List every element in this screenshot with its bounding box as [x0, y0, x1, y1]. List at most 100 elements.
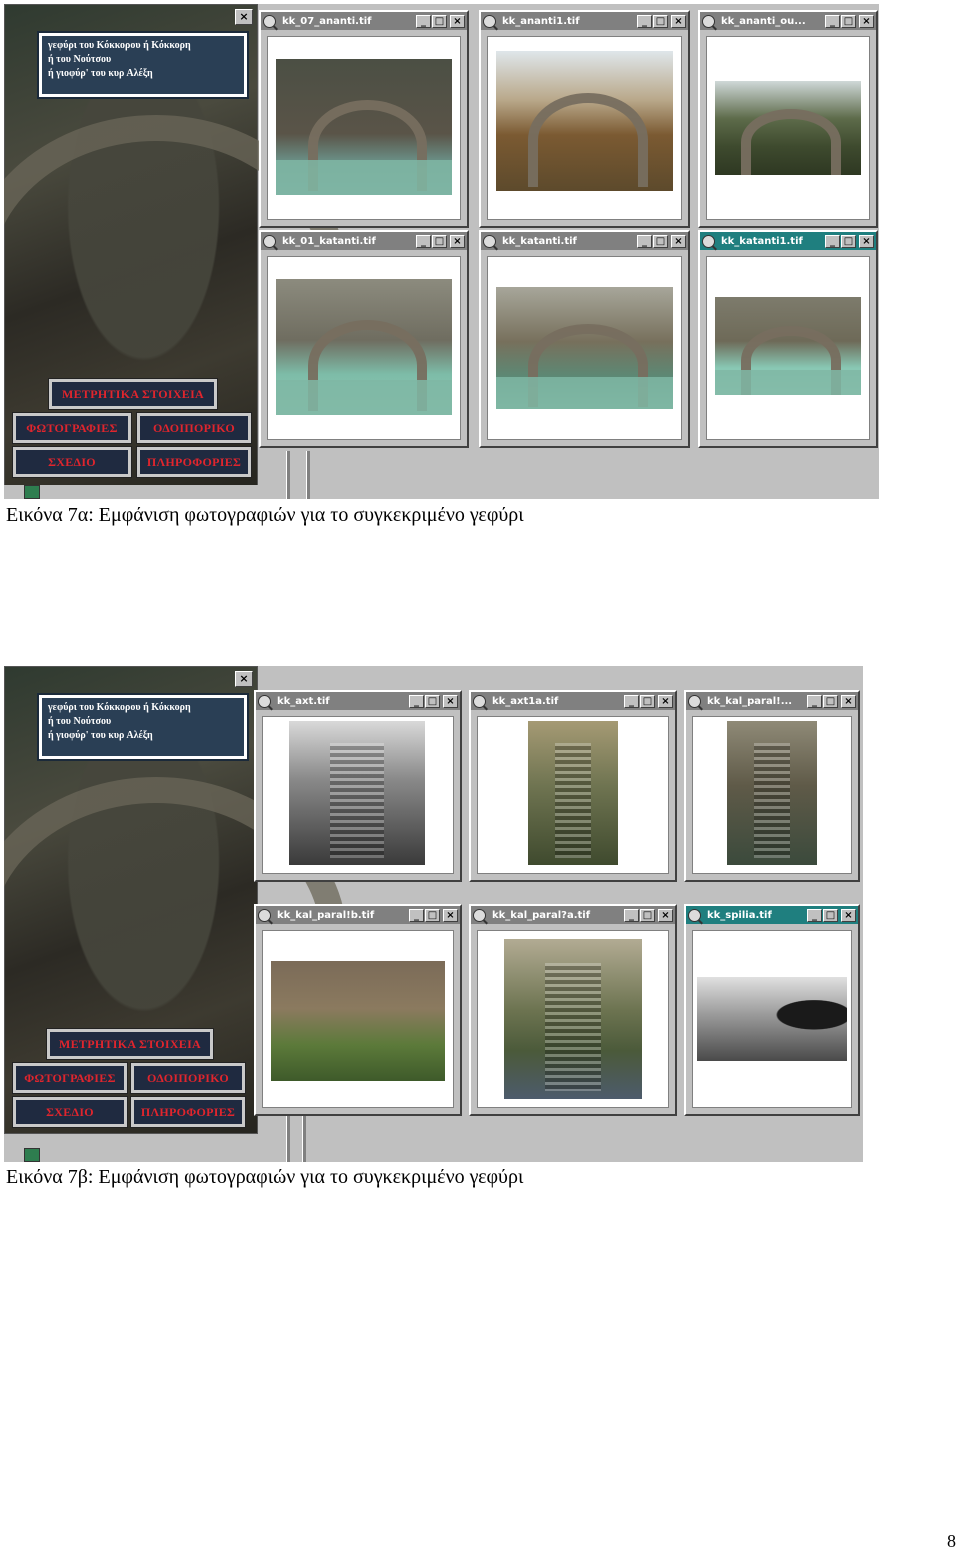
maximize-button[interactable]: □: [841, 234, 856, 248]
minimize-button[interactable]: _: [416, 234, 431, 248]
maximize-button[interactable]: □: [640, 908, 655, 922]
info-line: ή του Νούτσου: [48, 716, 112, 727]
plan-button[interactable]: ΣΧΕΔΙΟ: [12, 446, 132, 478]
metrics-button[interactable]: ΜΕΤΡΗΤΙΚΑ ΣΤΟΙΧΕΙΑ: [48, 378, 218, 410]
panel-close-button[interactable]: ×: [235, 9, 253, 25]
window-title: kk_07_ananti.tif: [282, 15, 372, 27]
image-window[interactable]: kk_katanti.tif _ □ ×: [479, 230, 690, 448]
bridge-info-box: γεφύρι του Κόκκορου ή Κόκκορη ή του Νούτ…: [37, 693, 249, 761]
maximize-button[interactable]: □: [432, 234, 447, 248]
maximize-button[interactable]: □: [823, 908, 838, 922]
window-title: kk_kal_paral!...: [707, 695, 793, 707]
minimize-button[interactable]: _: [807, 908, 822, 922]
image-pane: [262, 930, 454, 1108]
route-button[interactable]: ΟΔΟΙΠΟΡΙΚΟ: [136, 412, 252, 444]
window-titlebar[interactable]: kk_spilia.tif _ □ ×: [686, 906, 858, 924]
minimize-button[interactable]: _: [637, 14, 652, 28]
window-titlebar[interactable]: kk_katanti.tif _ □ ×: [481, 232, 688, 250]
close-button[interactable]: ×: [450, 14, 465, 28]
maximize-button[interactable]: □: [432, 14, 447, 28]
maximize-button[interactable]: □: [425, 694, 440, 708]
viewer-icon: [473, 694, 486, 708]
window-titlebar[interactable]: kk_axt.tif _ □ ×: [256, 692, 460, 710]
viewer-icon: [258, 908, 271, 922]
bridge-photo: [715, 297, 861, 395]
image-window[interactable]: kk_07_ananti.tif _ □ ×: [259, 10, 469, 228]
viewer-icon: [263, 234, 276, 248]
window-titlebar[interactable]: kk_kal_paral!... _ □ ×: [686, 692, 858, 710]
minimize-button[interactable]: _: [807, 694, 822, 708]
image-window[interactable]: kk_kal_paral?a.tif _ □ ×: [469, 904, 677, 1116]
maximize-button[interactable]: □: [653, 234, 668, 248]
window-title: kk_katanti1.tif: [721, 235, 803, 247]
divider: [286, 1114, 290, 1162]
close-button[interactable]: ×: [859, 234, 874, 248]
figure-caption: Εικόνα 7α: Εμφάνιση φωτογραφιών για το σ…: [6, 504, 524, 526]
map-icon: [24, 1148, 40, 1162]
minimize-button[interactable]: _: [637, 234, 652, 248]
image-window[interactable]: kk_kal_paral!b.tif _ □ ×: [254, 904, 462, 1116]
window-titlebar[interactable]: kk_katanti1.tif _ □ ×: [700, 232, 876, 250]
close-button[interactable]: ×: [841, 908, 856, 922]
bridge-photo: [276, 59, 452, 195]
image-window-active[interactable]: kk_katanti1.tif _ □ ×: [698, 230, 878, 448]
bridge-info-box: γεφύρι του Κόκκορου ή Κόκκορη ή του Νούτ…: [37, 31, 249, 99]
photos-button[interactable]: ΦΩΤΟΓΡΑΦΙΕΣ: [12, 412, 132, 444]
maximize-button[interactable]: □: [640, 694, 655, 708]
image-window[interactable]: kk_kal_paral!... _ □ ×: [684, 690, 860, 882]
window-titlebar[interactable]: kk_kal_paral?a.tif _ □ ×: [471, 906, 675, 924]
window-titlebar[interactable]: kk_01_katanti.tif _ □ ×: [261, 232, 467, 250]
image-pane: [477, 930, 669, 1108]
window-title: kk_ananti1.tif: [502, 15, 580, 27]
bridge-panel: × γεφύρι του Κόκκορου ή Κόκκορη ή του Νο…: [4, 666, 347, 1134]
close-button[interactable]: ×: [841, 694, 856, 708]
minimize-button[interactable]: _: [825, 234, 840, 248]
plan-button[interactable]: ΣΧΕΔΙΟ: [12, 1096, 128, 1128]
image-pane: [706, 256, 870, 440]
status-bar: [4, 485, 879, 499]
maximize-button[interactable]: □: [841, 14, 856, 28]
bridge-photo: [715, 81, 861, 175]
window-titlebar[interactable]: kk_ananti_ou... _ □ ×: [700, 12, 876, 30]
maximize-button[interactable]: □: [823, 694, 838, 708]
bridge-photo: [496, 51, 673, 191]
image-window[interactable]: kk_ananti1.tif _ □ ×: [479, 10, 690, 228]
window-titlebar[interactable]: kk_axt1a.tif _ □ ×: [471, 692, 675, 710]
info-line: ή του Νούτσου: [48, 54, 112, 65]
divider: [286, 451, 290, 499]
minimize-button[interactable]: _: [825, 14, 840, 28]
info-button[interactable]: ΠΛΗΡΟΦΟΡΙΕΣ: [130, 1096, 246, 1128]
maximize-button[interactable]: □: [653, 14, 668, 28]
image-window[interactable]: kk_ananti_ou... _ □ ×: [698, 10, 878, 228]
close-button[interactable]: ×: [658, 694, 673, 708]
window-titlebar[interactable]: kk_07_ananti.tif _ □ ×: [261, 12, 467, 30]
minimize-button[interactable]: _: [409, 694, 424, 708]
close-button[interactable]: ×: [450, 234, 465, 248]
panel-close-button[interactable]: ×: [235, 671, 253, 687]
info-line: γεφύρι του Κόκκορου ή Κόκκορη: [48, 702, 191, 713]
steps-photo: [528, 721, 618, 865]
close-button[interactable]: ×: [443, 694, 458, 708]
image-window-active[interactable]: kk_spilia.tif _ □ ×: [684, 904, 860, 1116]
route-button[interactable]: ΟΔΟΙΠΟΡΙΚΟ: [130, 1062, 246, 1094]
close-button[interactable]: ×: [671, 14, 686, 28]
metrics-button[interactable]: ΜΕΤΡΗΤΙΚΑ ΣΤΟΙΧΕΙΑ: [46, 1028, 214, 1060]
minimize-button[interactable]: _: [624, 694, 639, 708]
window-title: kk_katanti.tif: [502, 235, 577, 247]
image-window[interactable]: kk_axt.tif _ □ ×: [254, 690, 462, 882]
close-button[interactable]: ×: [658, 908, 673, 922]
image-window[interactable]: kk_01_katanti.tif _ □ ×: [259, 230, 469, 448]
window-titlebar[interactable]: kk_kal_paral!b.tif _ □ ×: [256, 906, 460, 924]
info-button[interactable]: ΠΛΗΡΟΦΟΡΙΕΣ: [136, 446, 252, 478]
close-button[interactable]: ×: [671, 234, 686, 248]
window-titlebar[interactable]: kk_ananti1.tif _ □ ×: [481, 12, 688, 30]
close-button[interactable]: ×: [859, 14, 874, 28]
minimize-button[interactable]: _: [416, 14, 431, 28]
maximize-button[interactable]: □: [425, 908, 440, 922]
image-window[interactable]: kk_axt1a.tif _ □ ×: [469, 690, 677, 882]
info-line: ή γιοφύρ' του κυρ Αλέξη: [48, 730, 153, 741]
photos-button[interactable]: ΦΩΤΟΓΡΑΦΙΕΣ: [12, 1062, 128, 1094]
minimize-button[interactable]: _: [624, 908, 639, 922]
close-button[interactable]: ×: [443, 908, 458, 922]
minimize-button[interactable]: _: [409, 908, 424, 922]
